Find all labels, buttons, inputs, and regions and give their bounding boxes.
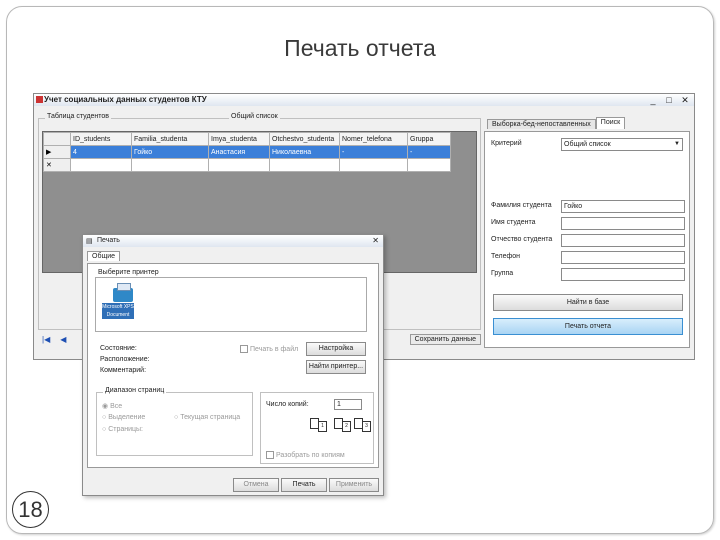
table-cell[interactable]: Гойко (131, 145, 209, 159)
print-dialog-title: Печать (97, 237, 120, 244)
row-header-corner (43, 132, 71, 146)
copies-label: Число копий: (266, 401, 309, 408)
cancel-button[interactable]: Отмена (233, 478, 279, 492)
column-header[interactable]: Imya_studenta (208, 132, 270, 146)
collate-checkbox[interactable]: Разобрать по копиям (266, 451, 345, 459)
column-header[interactable]: Nomer_telefona (339, 132, 408, 146)
table-cell[interactable]: Анастасия (208, 145, 270, 159)
printer-list[interactable]: Microsoft XPS Document Writer (95, 277, 367, 332)
range-selection-label: Выделение (108, 414, 146, 421)
column-header[interactable]: Familia_studenta (131, 132, 209, 146)
criterion-value: Общий список (564, 141, 611, 148)
table-cell[interactable]: - (339, 145, 408, 159)
print-button[interactable]: Печать (281, 478, 327, 492)
lastname-label: Фамилия студента (491, 202, 552, 209)
range-current-radio[interactable]: ○ Текущая страница (174, 414, 240, 421)
range-pages-label: Страницы: (108, 426, 143, 433)
page-range-label: Диапазон страниц (103, 387, 167, 394)
printer-item[interactable]: Microsoft XPS Document Writer (102, 303, 134, 319)
firstname-label: Имя студента (491, 219, 536, 226)
range-all-radio[interactable]: ◉ Все (102, 402, 122, 410)
prev-record-icon[interactable]: ◀ (60, 335, 66, 344)
tab-search[interactable]: Поиск (595, 117, 626, 129)
criterion-label: Критерий (491, 140, 522, 147)
app-icon (36, 96, 43, 103)
phone-field[interactable] (561, 251, 685, 264)
row-pointer: ▶ (43, 145, 71, 159)
apply-button[interactable]: Применить (329, 478, 379, 492)
main-window-title: Учет социальных данных студентов КТУ (44, 95, 207, 104)
range-pages-radio[interactable]: ○ Страницы: (102, 426, 143, 433)
search-panel: Критерий Общий список ▼ Фамилия студента… (484, 131, 690, 348)
printer-small-icon: ▤ (86, 238, 93, 245)
table-cell[interactable] (269, 158, 340, 172)
lastname-field[interactable]: Гойко (561, 200, 685, 213)
range-all-label: Все (110, 403, 123, 410)
table-cell[interactable]: 4 (70, 145, 132, 159)
group-label: Группа (491, 270, 514, 277)
table-cell[interactable] (208, 158, 270, 172)
close-icon[interactable]: ✕ (372, 236, 379, 245)
phone-label: Телефон (491, 253, 521, 260)
slide-title: Печать отчета (284, 35, 436, 61)
table-row[interactable]: ▶ 4 Гойко Анастасия Николаевна - - (43, 145, 451, 159)
print-general-panel: Выберите принтер Microsoft XPS Document … (87, 263, 379, 468)
general-list-label: Общий список (229, 113, 280, 120)
page-icon: 1 (318, 421, 327, 432)
print-to-file-checkbox[interactable]: Печать в файл (240, 345, 298, 353)
copies-stepper[interactable]: 1 (334, 399, 362, 410)
table-cell[interactable] (70, 158, 132, 172)
close-button[interactable]: ✕ (680, 95, 690, 106)
range-current-label: Текущая страница (180, 414, 241, 421)
table-cell[interactable]: Николаевна (269, 145, 340, 159)
comment-label: Комментарий: (100, 367, 147, 374)
column-header[interactable]: Gruppa (407, 132, 451, 146)
print-to-file-label: Печать в файл (250, 345, 299, 353)
tab-general[interactable]: Общие (87, 251, 121, 261)
find-printer-button[interactable]: Найти принтер... (306, 360, 366, 374)
print-dialog-titlebar: ▤ Печать ✕ (83, 235, 383, 247)
range-selection-radio[interactable]: ○ Выделение (102, 414, 145, 421)
collate-label: Разобрать по копиям (276, 451, 345, 459)
print-report-button[interactable]: Печать отчета (493, 318, 683, 335)
maximize-button[interactable]: □ (664, 95, 674, 106)
patronymic-field[interactable] (561, 234, 685, 247)
status-label: Состояние: (100, 345, 137, 352)
group-field[interactable] (561, 268, 685, 281)
table-cell[interactable]: - (407, 145, 451, 159)
main-window-titlebar: Учет социальных данных студентов КТУ _ □… (34, 94, 694, 106)
column-header[interactable]: ID_students (70, 132, 132, 146)
select-printer-label: Выберите принтер (98, 269, 159, 276)
location-label: Расположение: (100, 356, 150, 363)
table-cell[interactable] (407, 158, 451, 172)
grid-header-row: ID_students Familia_studenta Imya_studen… (43, 132, 451, 146)
tab-selection[interactable]: Выборка-бед-непоставленных (487, 119, 596, 129)
find-in-db-button[interactable]: Найти в базе (493, 294, 683, 311)
print-dialog: ▤ Печать ✕ Общие Выберите принтер Micros… (82, 234, 384, 496)
criterion-select[interactable]: Общий список ▼ (561, 138, 683, 151)
chevron-down-icon: ▼ (674, 141, 680, 147)
table-cell[interactable] (339, 158, 408, 172)
settings-button[interactable]: Настройка (306, 342, 366, 356)
table-cell[interactable] (131, 158, 209, 172)
first-record-icon[interactable]: |◀ (42, 335, 50, 344)
patronymic-label: Отчество студента (491, 236, 553, 243)
save-data-button[interactable]: Сохранить данные (409, 333, 481, 345)
new-row[interactable]: ✕ (43, 158, 451, 172)
page-icon: 3 (362, 421, 371, 432)
page-number: 18 (12, 491, 49, 528)
printer-icon (113, 283, 133, 302)
minimize-button[interactable]: _ (648, 95, 658, 106)
new-row-marker: ✕ (43, 158, 71, 172)
page-icon: 2 (342, 421, 351, 432)
search-tabs: Выборка-бед-непоставленных Поиск (487, 117, 626, 129)
column-header[interactable]: Otchestvo_studenta (269, 132, 340, 146)
firstname-field[interactable] (561, 217, 685, 230)
students-table-label: Таблица студентов (45, 113, 112, 120)
